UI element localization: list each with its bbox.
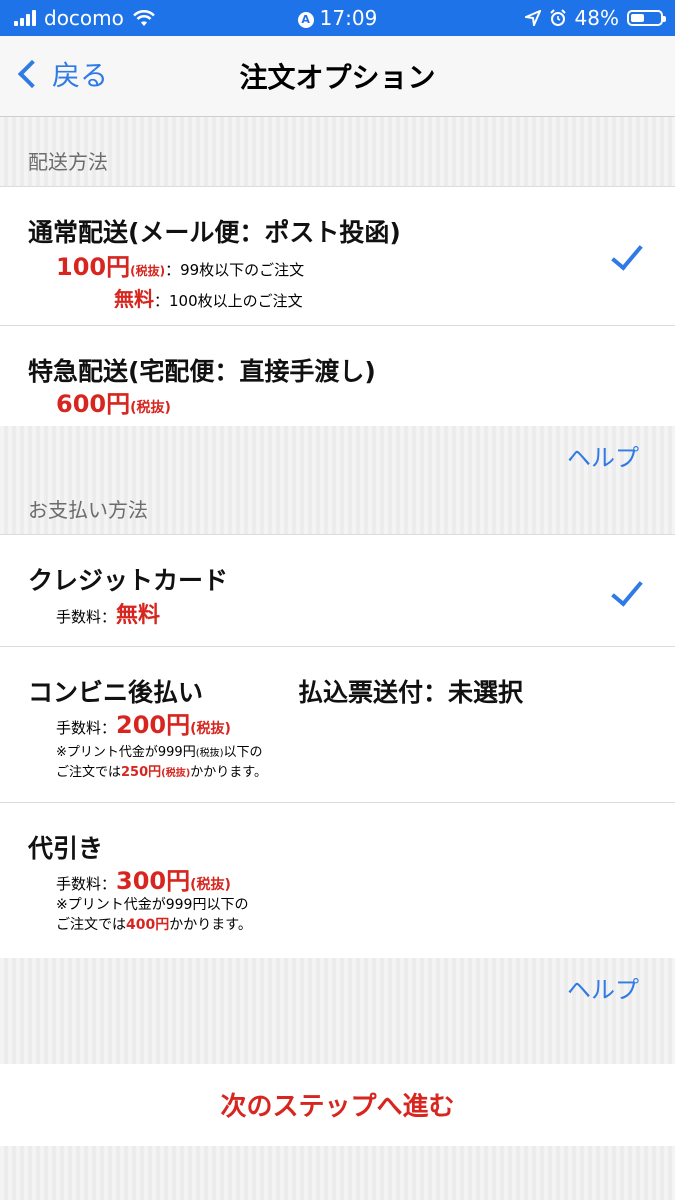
fee-line: 手数料：無料 bbox=[56, 597, 160, 629]
status-right: 48% bbox=[524, 6, 666, 30]
price-line-2: 無料：100枚以上のご注文 bbox=[114, 283, 303, 312]
navigation-bar: 戻る 注文オプション bbox=[0, 36, 675, 117]
price-line: 600円(税抜) bbox=[56, 384, 171, 419]
tax-label: (税抜) bbox=[130, 400, 171, 416]
tax-label: (税抜) bbox=[190, 877, 231, 893]
location-arrow-icon bbox=[524, 10, 541, 26]
fee-label: 手数料： bbox=[56, 719, 117, 737]
page-title: 注文オプション bbox=[239, 61, 436, 94]
fee-note: ※プリント代金が999円(税抜)以下の ご注文では250円(税抜)かかります。 bbox=[56, 745, 267, 780]
location-app-icon: A bbox=[297, 12, 314, 28]
option-title: 代引き bbox=[28, 834, 104, 863]
payment-option-cash-on-delivery[interactable]: 代引き 手数料：300円(税抜) ※プリント代金が999円以下の ご注文では40… bbox=[0, 802, 675, 958]
option-title: 特急配送(宅配便：直接手渡し) bbox=[28, 357, 376, 386]
battery-percent: 48% bbox=[574, 6, 619, 30]
fee-value: 200円 bbox=[116, 711, 191, 739]
fee-line: 手数料：300円(税抜) bbox=[56, 861, 231, 896]
fee-line: 手数料：200円(税抜) bbox=[56, 705, 231, 740]
fee-label: 手数料： bbox=[56, 608, 117, 626]
option-title: クレジットカード bbox=[28, 566, 229, 595]
section-label-payment: お支払い方法 bbox=[28, 498, 148, 522]
tax-label: (税抜) bbox=[190, 721, 231, 737]
price: 100円 bbox=[56, 253, 131, 281]
status-time: 17:09 bbox=[319, 6, 378, 30]
alarm-icon bbox=[549, 9, 566, 26]
price-note: ：100枚以上のご注文 bbox=[154, 292, 303, 310]
fee-note: ※プリント代金が999円以下の ご注文では400円かかります。 bbox=[56, 897, 252, 933]
payment-option-convenience-store[interactable]: コンビニ後払い 払込票送付：未選択 手数料：200円(税抜) ※プリント代金が9… bbox=[0, 646, 675, 802]
shipping-help-link[interactable]: ヘルプ bbox=[567, 438, 639, 473]
option-title: 通常配送(メール便：ポスト投函) bbox=[28, 218, 401, 247]
price-note: ：99枚以下のご注文 bbox=[165, 261, 305, 279]
payment-help-link[interactable]: ヘルプ bbox=[567, 970, 639, 1005]
next-step-button[interactable]: 次のステップへ進む bbox=[0, 1086, 675, 1123]
price: 600円 bbox=[56, 390, 131, 418]
shipping-option-express[interactable]: 特急配送(宅配便：直接手渡し) 600円(税抜) bbox=[0, 325, 675, 426]
next-step-bar: 次のステップへ進む bbox=[0, 1064, 675, 1146]
tax-label: (税抜) bbox=[130, 264, 166, 278]
fee-label: 手数料： bbox=[56, 875, 117, 893]
checkmark-icon bbox=[611, 237, 643, 271]
shipping-option-normal[interactable]: 通常配送(メール便：ポスト投函) 100円(税抜)：99枚以下のご注文 無料：1… bbox=[0, 186, 675, 325]
price: 無料 bbox=[114, 287, 154, 311]
status-bar: docomo A 17:09 48% bbox=[0, 0, 675, 36]
payment-option-credit-card[interactable]: クレジットカード 手数料：無料 bbox=[0, 534, 675, 646]
checkmark-icon bbox=[611, 573, 643, 607]
fee-value: 300円 bbox=[116, 867, 191, 895]
price-line-1: 100円(税抜)：99枚以下のご注文 bbox=[56, 247, 304, 282]
battery-icon bbox=[627, 10, 666, 26]
fee-value: 無料 bbox=[116, 603, 161, 628]
section-label-shipping: 配送方法 bbox=[28, 150, 108, 174]
invoice-status: 払込票送付：未選択 bbox=[298, 678, 524, 707]
option-title: コンビニ後払い bbox=[28, 678, 204, 707]
